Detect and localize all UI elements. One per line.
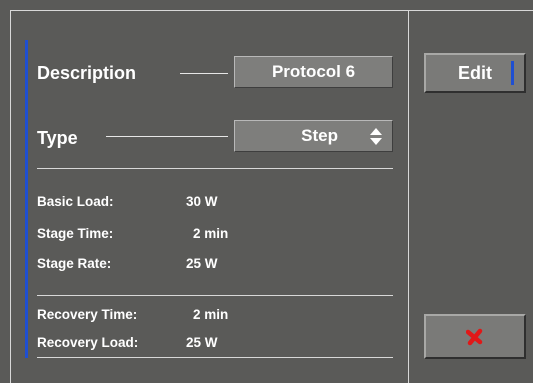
divider-top <box>37 168 393 169</box>
edit-button[interactable]: Edit <box>424 53 526 93</box>
stage-time-value: 2 min <box>193 226 229 241</box>
stage-time-label: Stage Time: <box>37 226 114 241</box>
close-icon <box>466 328 483 345</box>
type-value: Step <box>301 126 338 145</box>
description-label: Description <box>37 63 137 83</box>
type-connector <box>106 136 228 137</box>
type-select[interactable]: Step <box>234 120 393 152</box>
up-down-arrows-icon <box>370 128 382 145</box>
basic-load-value: 30 W <box>186 194 218 209</box>
divider-bottom <box>37 357 393 358</box>
type-label: Type <box>37 128 78 148</box>
stage-rate-value: 25 W <box>186 256 218 271</box>
recovery-load-value: 25 W <box>186 335 218 350</box>
recovery-time-label: Recovery Time: <box>37 307 138 322</box>
edit-button-focus-indicator <box>511 61 514 85</box>
vertical-divider <box>408 10 409 383</box>
stage-rate-label: Stage Rate: <box>37 256 112 271</box>
description-value: Protocol 6 <box>271 62 356 81</box>
edit-button-label: Edit <box>458 62 492 83</box>
recovery-time-value: 2 min <box>193 307 229 322</box>
cancel-button[interactable] <box>424 314 526 359</box>
divider-middle <box>37 295 393 296</box>
basic-load-label: Basic Load: <box>37 194 114 209</box>
accent-bar <box>25 40 28 358</box>
recovery-load-label: Recovery Load: <box>37 335 139 350</box>
description-connector <box>180 73 228 74</box>
description-field[interactable]: Protocol 6 <box>234 56 393 88</box>
